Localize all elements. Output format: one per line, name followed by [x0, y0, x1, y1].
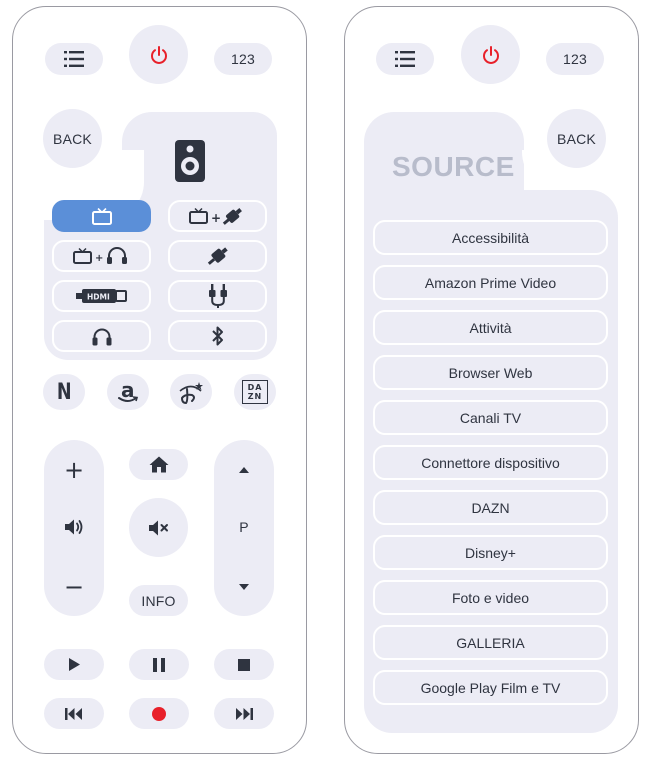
source-item[interactable]: Foto e video — [373, 580, 608, 615]
netflix-icon: N — [56, 379, 72, 405]
back-button-2[interactable]: BACK — [547, 109, 606, 168]
output-headphones-button[interactable] — [52, 320, 151, 352]
power-icon — [481, 45, 501, 65]
output-hdmi-button[interactable]: HDMI — [52, 280, 151, 312]
numbers-button[interactable]: 123 — [214, 43, 272, 75]
mute-icon — [148, 520, 170, 536]
menu-button-2[interactable] — [376, 43, 434, 75]
dazn-button[interactable]: DA ZN — [234, 374, 276, 410]
source-item[interactable]: Amazon Prime Video — [373, 265, 608, 300]
source-item[interactable]: Accessibilità — [373, 220, 608, 255]
amazon-icon: a — [117, 378, 139, 405]
disney-icon — [177, 379, 205, 405]
info-button[interactable]: INFO — [129, 585, 188, 616]
skip-back-icon — [65, 707, 83, 720]
svg-text:+: + — [211, 211, 221, 225]
stop-button[interactable] — [214, 649, 274, 680]
source-item[interactable]: GALLERIA — [373, 625, 608, 660]
program-label: P — [239, 519, 249, 535]
output-tv-optical-button[interactable]: + — [168, 200, 267, 232]
list-icon — [395, 51, 415, 67]
speaker-icon — [175, 140, 205, 182]
tv-plus-optical-icon: + — [188, 205, 247, 227]
amazon-button[interactable]: a — [107, 374, 149, 410]
volume-down-button[interactable]: − — [44, 572, 104, 602]
home-icon — [149, 456, 169, 473]
netflix-button[interactable]: N — [43, 374, 85, 410]
source-item[interactable]: Connettore dispositivo — [373, 445, 608, 480]
volume-icon — [64, 518, 84, 536]
dazn-label: DA ZN — [247, 383, 263, 401]
pause-button[interactable] — [129, 649, 189, 680]
output-tv-button[interactable] — [52, 200, 151, 232]
menu-button[interactable] — [45, 43, 103, 75]
power-button[interactable] — [129, 25, 188, 84]
source-item[interactable]: Attività — [373, 310, 608, 345]
bluetooth-icon — [211, 325, 225, 347]
source-item[interactable]: Disney+ — [373, 535, 608, 570]
source-item[interactable]: Canali TV — [373, 400, 608, 435]
power-icon — [149, 45, 169, 65]
volume-up-button[interactable]: + — [44, 455, 104, 485]
hdmi-icon: HDMI — [75, 287, 128, 305]
list-icon — [64, 51, 84, 67]
optical-icon — [206, 244, 230, 268]
play-icon — [68, 658, 80, 671]
source-item[interactable]: Google Play Film e TV — [373, 670, 608, 705]
svg-text:HDMI: HDMI — [87, 293, 110, 302]
record-icon — [152, 706, 166, 721]
pause-icon — [153, 657, 165, 672]
skip-forward-icon — [235, 707, 253, 720]
power-button-2[interactable] — [461, 25, 520, 84]
source-title: SOURCE — [392, 151, 515, 182]
headphones-icon — [92, 327, 112, 346]
program-down-button[interactable] — [214, 572, 274, 602]
output-rca-button[interactable] — [168, 280, 267, 312]
home-button[interactable] — [129, 449, 188, 480]
caret-down-icon — [239, 584, 249, 590]
source-item[interactable]: DAZN — [373, 490, 608, 525]
tv-plus-headphones-icon: + — [72, 245, 131, 267]
tv-icon — [91, 207, 112, 225]
output-optical-button[interactable] — [168, 240, 267, 272]
play-button[interactable] — [44, 649, 104, 680]
source-item[interactable]: Browser Web — [373, 355, 608, 390]
previous-button[interactable] — [44, 698, 104, 729]
numbers-button-2[interactable]: 123 — [546, 43, 604, 75]
disney-button[interactable] — [170, 374, 212, 410]
program-up-button[interactable] — [214, 455, 274, 485]
back-button[interactable]: BACK — [43, 109, 102, 168]
record-button[interactable] — [129, 698, 189, 729]
stop-icon — [238, 658, 250, 671]
output-bluetooth-button[interactable] — [168, 320, 267, 352]
svg-text:+: + — [95, 253, 103, 264]
next-button[interactable] — [214, 698, 274, 729]
caret-up-icon — [239, 467, 249, 473]
mute-button[interactable] — [129, 498, 188, 557]
rca-icon — [208, 284, 228, 308]
dazn-icon: DA ZN — [242, 380, 268, 404]
output-tv-headphones-button[interactable]: + — [52, 240, 151, 272]
